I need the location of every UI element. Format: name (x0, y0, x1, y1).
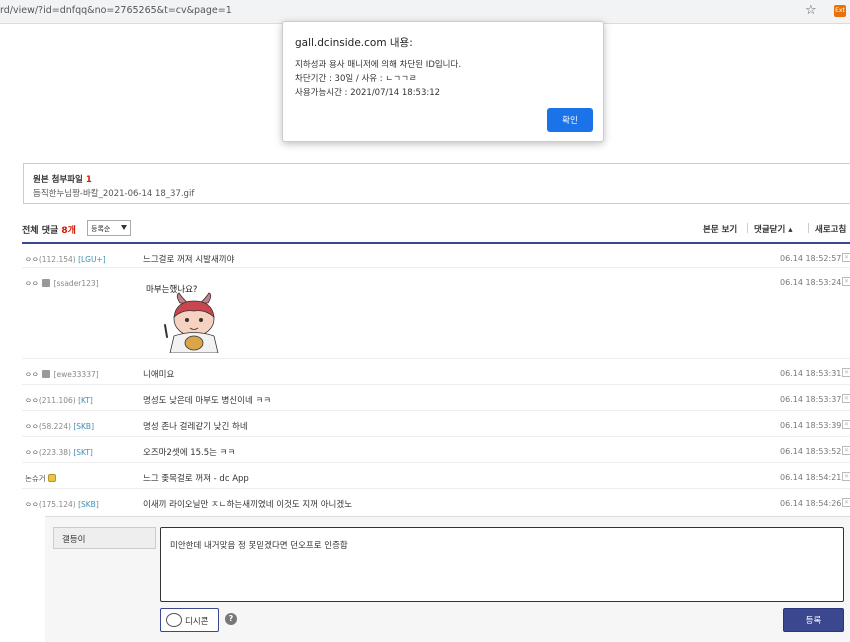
extension-icon[interactable]: Ext (834, 5, 846, 17)
nick-text: ㅇㅇ (25, 370, 39, 379)
gold-badge-icon (48, 474, 57, 482)
nick-text: ㅇㅇ (25, 396, 39, 405)
ip-text: (112.154) (38, 255, 76, 264)
comments-total-label: 전체 댓글 8개 (22, 223, 76, 236)
comment-author[interactable]: ㅇㅇ [ssader123] (25, 278, 99, 289)
sort-select[interactable]: 등록순 (87, 220, 131, 236)
member-badge-icon (42, 279, 51, 287)
comment-text: 명성 존나 걸레같기 낮긴 하네 (143, 422, 248, 432)
comment-row: ㅇㅇ(211.106) [KT] 명성도 낮은데 마부도 병신이네 ㅋㅋ 06.… (22, 386, 850, 411)
member-badge-icon (42, 370, 51, 378)
comment-textarea[interactable]: 미안한데 내거맞음 정 못믿겠다면 던오프로 인증함 (160, 527, 844, 602)
close-comments-link[interactable]: 댓글닫기 ▴ (754, 223, 793, 235)
star-icon[interactable]: ☆ (805, 3, 817, 18)
comment-text: 오즈마2셋에 15.5는 ㅋㅋ (143, 448, 236, 458)
refresh-link[interactable]: 새로고침 (815, 223, 846, 235)
comment-row: ㅇㅇ(58.224) [SKB] 명성 존나 걸레같기 낮긴 하네 06.14 … (22, 412, 850, 437)
attachment-file-link[interactable]: 듬직한누님짱-바칼_2021-06-14 18_37.gif (33, 187, 194, 199)
dialog-title: gall.dcinside.com 내용: (295, 37, 413, 49)
comment-row: ㅇㅇ(112.154) [LGU+] 느그걸로 꺼져 시발새끼야 06.14 1… (22, 245, 850, 268)
ip-text: (211.106) (38, 396, 76, 405)
comment-text: 느그 좆목걸로 꺼져 - dc App (143, 474, 249, 484)
view-post-link[interactable]: 본문 보기 (703, 223, 737, 235)
comment-row: 논슈거 느그 좆목걸로 꺼져 - dc App 06.14 18:54:21 ✕ (22, 464, 850, 489)
url-text[interactable]: rd/view/?id=dnfqq&no=2765265&t=cv&page=1 (0, 5, 232, 16)
divider (747, 223, 748, 233)
comment-text: 니애미요 (143, 370, 175, 380)
dccon-caption: 마부는했나요? (146, 284, 197, 295)
alert-dialog: gall.dcinside.com 내용: 지하성과 용사 매니저에 의해 차단… (282, 21, 604, 142)
comment-author[interactable]: ㅇㅇ(175.124) [SKB] (25, 499, 99, 510)
comments-count: 8개 (61, 226, 76, 236)
delete-icon[interactable]: ✕ (842, 253, 850, 262)
attachment-title-text: 원본 첨부파일 (33, 175, 83, 185)
comment-row: ㅇㅇ [ssader123] 마부는했나요? 06.14 18:53:24 ✕ (22, 269, 850, 359)
comment-row: ㅇㅇ(223.38) [SKT] 오즈마2셋에 15.5는 ㅋㅋ 06.14 1… (22, 438, 850, 463)
divider (808, 223, 809, 233)
delete-icon[interactable]: ✕ (842, 420, 850, 429)
comment-author[interactable]: ㅇㅇ(112.154) [LGU+] (25, 254, 106, 265)
nickname-field[interactable]: 갤등이 (53, 527, 156, 549)
delete-icon[interactable]: ✕ (842, 394, 850, 403)
isp-text: [KT] (78, 396, 93, 405)
comment-row: ㅇㅇ(175.124) [SKB] 이새끼 라이오닐만 ㅈㄴ하는새끼였네 이것도… (22, 490, 850, 515)
delete-icon[interactable]: ✕ (842, 277, 850, 286)
nick-text: ㅇㅇ (25, 500, 39, 509)
attachment-title: 원본 첨부파일 1 (33, 173, 92, 185)
dccon-button-label: 디시콘 (185, 617, 209, 627)
attachment-box: 원본 첨부파일 1 듬직한누님짱-바칼_2021-06-14 18_37.gif (23, 163, 850, 204)
comment-date: 06.14 18:53:37 (780, 395, 842, 404)
nick-text: ㅇㅇ (25, 422, 39, 431)
chevron-down-icon (121, 225, 127, 230)
delete-icon[interactable]: ✕ (842, 472, 850, 481)
dccon-icon (166, 613, 182, 627)
comments-label-text: 전체 댓글 (22, 226, 59, 236)
comment-date: 06.14 18:53:31 (780, 369, 842, 378)
dccon-image: 마부는했나요? (146, 284, 219, 353)
comment-date: 06.14 18:54:21 (780, 473, 842, 482)
comment-date: 06.14 18:53:39 (780, 421, 842, 430)
comment-text: 이새끼 라이오닐만 ㅈㄴ하는새끼였네 이것도 지꺼 아니겠노 (143, 500, 353, 510)
dialog-ok-button[interactable]: 확인 (547, 108, 593, 132)
header-divider (22, 242, 850, 244)
sort-select-value: 등록순 (91, 225, 111, 233)
comment-date: 06.14 18:53:52 (780, 447, 842, 456)
comment-author[interactable]: 논슈거 (25, 473, 57, 484)
isp-text: [SKB] (78, 500, 99, 509)
help-icon[interactable]: ? (225, 613, 237, 625)
delete-icon[interactable]: ✕ (842, 368, 850, 377)
submit-button[interactable]: 등록 (783, 608, 844, 632)
isp-text: [SKB] (73, 422, 94, 431)
comment-row: ㅇㅇ [ewe33337] 니애미요 06.14 18:53:31 ✕ (22, 360, 850, 385)
comment-text: 명성도 낮은데 마부도 병신이네 ㅋㅋ (143, 396, 272, 406)
dialog-message-line: 사용가능시간 : 2021/07/14 18:53:12 (295, 88, 441, 98)
isp-text: [SKT] (73, 448, 93, 457)
isp-text: [LGU+] (78, 255, 106, 264)
ip-text: (223.38) (38, 448, 71, 457)
comment-date: 06.14 18:54:26 (780, 499, 842, 508)
comment-author[interactable]: ㅇㅇ(223.38) [SKT] (25, 447, 93, 458)
dialog-message-line: 차단기간 : 30일 / 사유 : ㄴㄱㄱㄹ (295, 74, 417, 84)
comments-header: 전체 댓글 8개 등록순 본문 보기 댓글닫기 ▴ 새로고침 (22, 220, 850, 238)
comment-author[interactable]: ㅇㅇ(58.224) [SKB] (25, 421, 94, 432)
comment-author[interactable]: ㅇㅇ(211.106) [KT] (25, 395, 93, 406)
nick-text: ㅇㅇ (25, 279, 39, 288)
comment-text: 느그걸로 꺼져 시발새끼야 (143, 255, 235, 265)
comment-author[interactable]: ㅇㅇ [ewe33337] (25, 369, 99, 380)
delete-icon[interactable]: ✕ (842, 446, 850, 455)
delete-icon[interactable]: ✕ (842, 498, 850, 507)
user-id-text: [ewe33337] (53, 370, 99, 379)
comment-date: 06.14 18:52:57 (780, 254, 842, 263)
nick-text: ㅇㅇ (25, 448, 39, 457)
reply-form: 갤등이 미안한데 내거맞음 정 못믿겠다면 던오프로 인증함 디시콘 ? 등록 (45, 516, 850, 642)
nick-text: 논슈거 (25, 474, 46, 483)
ip-text: (175.124) (38, 500, 76, 509)
dccon-button[interactable]: 디시콘 (160, 608, 219, 632)
dialog-message-line: 지하성과 용사 매니저에 의해 차단된 ID입니다. (295, 60, 462, 70)
ip-text: (58.224) (38, 422, 71, 431)
user-id-text: [ssader123] (53, 279, 99, 288)
nick-text: ㅇㅇ (25, 255, 39, 264)
attachment-count: 1 (85, 175, 92, 185)
comment-date: 06.14 18:53:24 (780, 278, 842, 287)
